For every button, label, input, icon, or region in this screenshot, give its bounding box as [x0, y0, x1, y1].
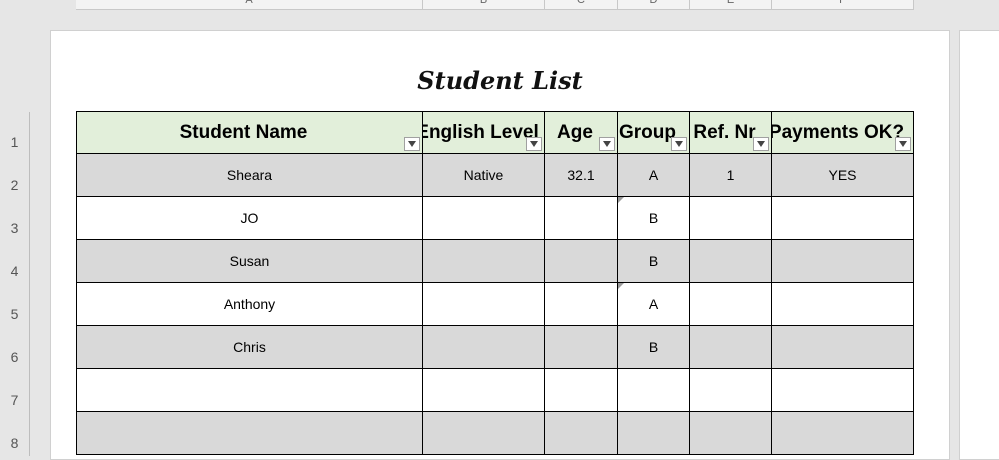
row-header-3[interactable]: 3: [0, 198, 30, 241]
cell-payments-ok[interactable]: [772, 412, 914, 455]
column-header-d[interactable]: D: [618, 0, 690, 10]
cell-group[interactable]: [618, 369, 690, 412]
header-student-name[interactable]: Student Name: [76, 111, 423, 154]
cell-ref-nr[interactable]: [690, 369, 772, 412]
cell-group[interactable]: A: [618, 283, 690, 326]
cell-english-level[interactable]: [423, 369, 545, 412]
cell-payments-ok[interactable]: [772, 240, 914, 283]
cell-student-name[interactable]: [76, 369, 423, 412]
column-header-e[interactable]: E: [690, 0, 772, 10]
column-header-a[interactable]: A: [76, 0, 423, 10]
cell-payments-ok[interactable]: [772, 369, 914, 412]
column-header-bar: A B C D E F: [0, 0, 999, 10]
filter-dropdown-icon[interactable]: [599, 137, 615, 151]
row-header-1[interactable]: 1: [0, 112, 30, 155]
cell-ref-nr[interactable]: [690, 283, 772, 326]
cell-ref-nr[interactable]: [690, 326, 772, 369]
cell-age[interactable]: [545, 369, 618, 412]
column-header-f[interactable]: F: [772, 0, 914, 10]
cell-ref-nr[interactable]: [690, 412, 772, 455]
cell-group[interactable]: B: [618, 240, 690, 283]
cell-value: B: [648, 210, 659, 226]
cell-english-level[interactable]: [423, 283, 545, 326]
table-row: Anthony A: [76, 283, 914, 326]
cell-age[interactable]: [545, 412, 618, 455]
row-header-bar: 1 2 3 4 5 6 7 8: [0, 112, 30, 456]
cell-english-level[interactable]: [423, 240, 545, 283]
table-header-row: Student Name English Level Age Group Ref…: [76, 111, 914, 154]
cell-payments-ok[interactable]: [772, 197, 914, 240]
cell-student-name[interactable]: [76, 412, 423, 455]
column-header-c[interactable]: C: [545, 0, 618, 10]
validation-marker: [618, 283, 624, 289]
header-label: Student Name: [179, 121, 308, 143]
cell-group[interactable]: B: [618, 197, 690, 240]
header-label: Ref. Nr: [693, 121, 756, 143]
cell-student-name[interactable]: Chris: [76, 326, 423, 369]
header-label: Payments OK?: [772, 121, 905, 143]
cell-ref-nr[interactable]: 1: [690, 154, 772, 197]
validation-marker: [618, 197, 624, 203]
filter-dropdown-icon[interactable]: [526, 137, 542, 151]
column-header-b[interactable]: B: [423, 0, 545, 10]
row-header-8[interactable]: 8: [0, 413, 30, 456]
table-row: Sheara Native 32.1 A 1 YES: [76, 154, 914, 197]
cell-age[interactable]: [545, 240, 618, 283]
cell-age[interactable]: [545, 197, 618, 240]
cell-payments-ok[interactable]: [772, 326, 914, 369]
cell-english-level[interactable]: Native: [423, 154, 545, 197]
header-group[interactable]: Group: [618, 111, 690, 154]
filter-dropdown-icon[interactable]: [404, 137, 420, 151]
filter-dropdown-icon[interactable]: [753, 137, 769, 151]
table-row: JO B: [76, 197, 914, 240]
header-label: English Level: [423, 121, 539, 143]
header-payments-ok[interactable]: Payments OK?: [772, 111, 914, 154]
cell-student-name[interactable]: Susan: [76, 240, 423, 283]
cell-english-level[interactable]: [423, 412, 545, 455]
header-label: Age: [557, 121, 593, 143]
header-age[interactable]: Age: [545, 111, 618, 154]
header-english-level[interactable]: English Level: [423, 111, 545, 154]
sheet-title[interactable]: Student List: [400, 66, 600, 95]
row-header-7[interactable]: 7: [0, 370, 30, 413]
table-row: Chris B: [76, 326, 914, 369]
cell-payments-ok[interactable]: [772, 283, 914, 326]
cell-student-name[interactable]: JO: [76, 197, 423, 240]
cell-group[interactable]: A: [618, 154, 690, 197]
cell-group[interactable]: B: [618, 326, 690, 369]
cell-age[interactable]: 32.1: [545, 154, 618, 197]
cell-value: A: [648, 296, 659, 312]
table-row: [76, 369, 914, 412]
table-row: Susan B: [76, 240, 914, 283]
row-header-6[interactable]: 6: [0, 327, 30, 370]
cell-ref-nr[interactable]: [690, 197, 772, 240]
student-table: Student Name English Level Age Group Ref…: [76, 111, 914, 455]
cell-english-level[interactable]: [423, 197, 545, 240]
next-page-layout-sheet: [959, 30, 999, 460]
table-row: [76, 412, 914, 455]
cell-student-name[interactable]: Sheara: [76, 154, 423, 197]
cell-ref-nr[interactable]: [690, 240, 772, 283]
cell-payments-ok[interactable]: YES: [772, 154, 914, 197]
row-header-5[interactable]: 5: [0, 284, 30, 327]
filter-dropdown-icon[interactable]: [671, 137, 687, 151]
cell-age[interactable]: [545, 326, 618, 369]
cell-english-level[interactable]: [423, 326, 545, 369]
cell-student-name[interactable]: Anthony: [76, 283, 423, 326]
header-label: Group: [619, 121, 676, 143]
row-header-4[interactable]: 4: [0, 241, 30, 284]
cell-age[interactable]: [545, 283, 618, 326]
header-ref-nr[interactable]: Ref. Nr: [690, 111, 772, 154]
filter-dropdown-icon[interactable]: [895, 137, 911, 151]
row-header-2[interactable]: 2: [0, 155, 30, 198]
cell-group[interactable]: [618, 412, 690, 455]
